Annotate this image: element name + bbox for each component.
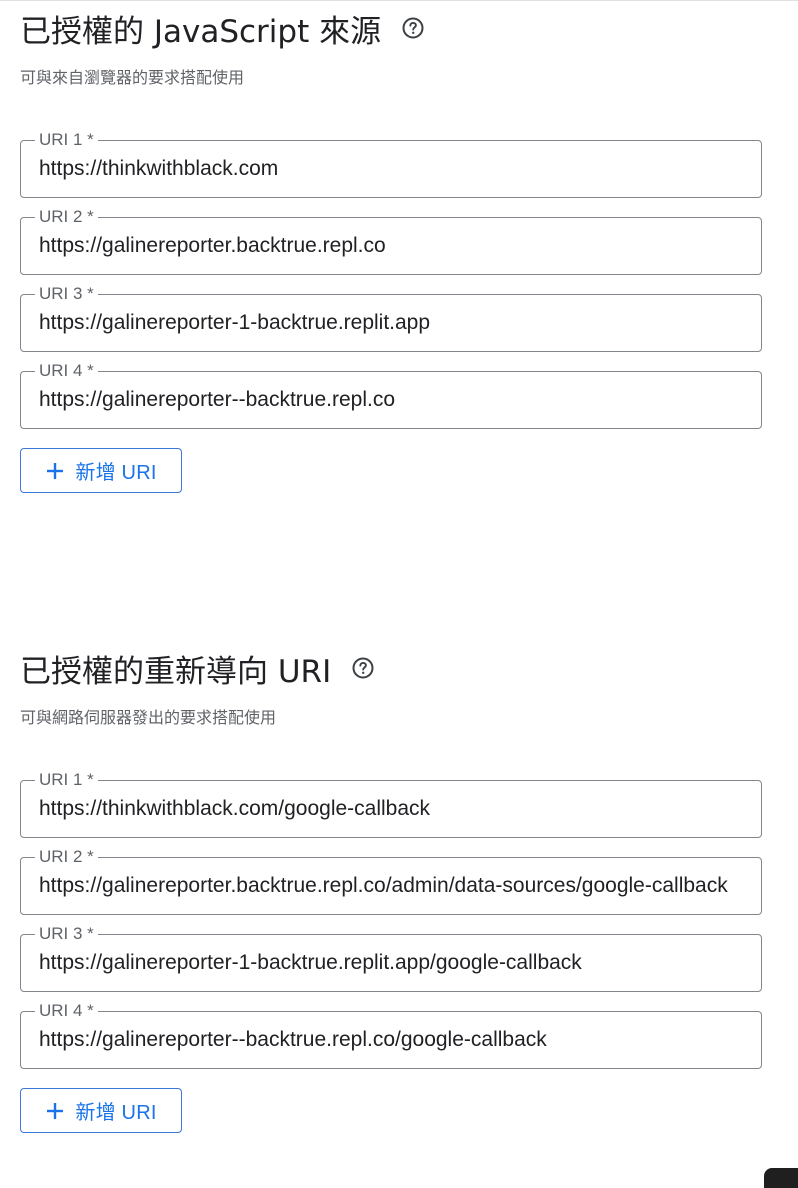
uri-field-label: URI 1 * bbox=[35, 129, 98, 151]
uri-field-label: URI 2 * bbox=[35, 846, 98, 868]
uri-field-label: URI 3 * bbox=[35, 283, 98, 305]
uri-field-label: URI 3 * bbox=[35, 923, 98, 945]
uri-field-label: URI 1 * bbox=[35, 769, 98, 791]
floating-corner-widget[interactable] bbox=[764, 1168, 798, 1188]
redirect-uris-subtitle: 可與網路伺服器發出的要求搭配使用 bbox=[20, 708, 277, 727]
uri-input[interactable] bbox=[39, 1026, 759, 1054]
js-origin-uri-3-field[interactable]: URI 3 * bbox=[20, 283, 762, 352]
uri-input[interactable] bbox=[39, 949, 759, 977]
uri-field-label: URI 4 * bbox=[35, 360, 98, 382]
uri-field-label: URI 2 * bbox=[35, 206, 98, 228]
js-origins-subtitle: 可與來自瀏覽器的要求搭配使用 bbox=[20, 68, 245, 87]
redirect-uris-list: URI 1 * URI 2 * URI 3 * URI 4 * bbox=[20, 769, 762, 1069]
plus-icon bbox=[45, 461, 65, 481]
add-redirect-uri-button[interactable]: 新增 URI bbox=[20, 1088, 182, 1133]
js-origins-section: 已授權的 JavaScript 來源 可與來自瀏覽器的要求搭配使用 URI 1 … bbox=[20, 0, 762, 493]
redirect-uri-4-field[interactable]: URI 4 * bbox=[20, 1000, 762, 1069]
redirect-uris-title: 已授權的重新導向 URI bbox=[20, 653, 332, 690]
redirect-uri-3-field[interactable]: URI 3 * bbox=[20, 923, 762, 992]
redirect-uris-section: 已授權的重新導向 URI 可與網路伺服器發出的要求搭配使用 URI 1 * UR… bbox=[20, 640, 762, 1133]
uri-input[interactable] bbox=[39, 155, 759, 183]
js-origins-title: 已授權的 JavaScript 來源 bbox=[20, 13, 382, 50]
redirect-uri-1-field[interactable]: URI 1 * bbox=[20, 769, 762, 838]
uri-input[interactable] bbox=[39, 795, 759, 823]
uri-input[interactable] bbox=[39, 309, 759, 337]
js-origins-heading-row: 已授權的 JavaScript 來源 bbox=[20, 0, 762, 56]
add-uri-label: 新增 URI bbox=[75, 1102, 157, 1124]
help-circle-icon[interactable] bbox=[351, 656, 375, 680]
js-origins-uri-list: URI 1 * URI 2 * URI 3 * URI 4 * bbox=[20, 129, 762, 429]
add-uri-label: 新增 URI bbox=[75, 462, 157, 484]
uri-input[interactable] bbox=[39, 872, 759, 900]
redirect-uri-2-field[interactable]: URI 2 * bbox=[20, 846, 762, 915]
add-js-origin-uri-button[interactable]: 新增 URI bbox=[20, 448, 182, 493]
plus-icon bbox=[45, 1101, 65, 1121]
uri-input[interactable] bbox=[39, 232, 759, 260]
js-origin-uri-1-field[interactable]: URI 1 * bbox=[20, 129, 762, 198]
js-origin-uri-2-field[interactable]: URI 2 * bbox=[20, 206, 762, 275]
redirect-uris-heading-row: 已授權的重新導向 URI bbox=[20, 640, 762, 696]
help-circle-icon[interactable] bbox=[401, 16, 425, 40]
uri-field-label: URI 4 * bbox=[35, 1000, 98, 1022]
uri-input[interactable] bbox=[39, 386, 759, 414]
js-origin-uri-4-field[interactable]: URI 4 * bbox=[20, 360, 762, 429]
